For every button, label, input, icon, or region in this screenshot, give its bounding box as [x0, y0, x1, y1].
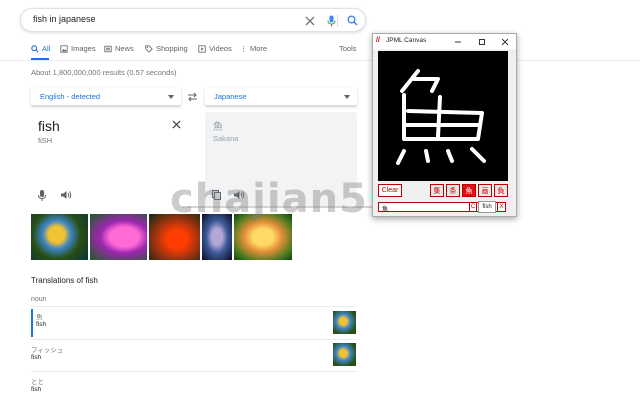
target-language-label: Japanese	[214, 92, 247, 101]
speaker-icon[interactable]	[60, 189, 72, 201]
tab-label: Images	[71, 44, 96, 53]
candidate-button[interactable]: 負	[494, 184, 508, 197]
translation-meaning: fish	[31, 386, 42, 393]
translation-word: フィッシュ	[31, 347, 64, 354]
tab-more[interactable]: ⋮ More	[240, 44, 267, 53]
tab-videos[interactable]: Videos	[198, 44, 232, 53]
result-stats: About 1,800,000,000 results (0.57 second…	[31, 68, 177, 77]
tab-label: Videos	[209, 44, 232, 53]
fish-image-thumbnail[interactable]	[90, 214, 147, 260]
tab-label: More	[250, 44, 268, 53]
video-icon	[198, 44, 206, 53]
source-phonetic: fiSH	[38, 136, 53, 145]
candidate-char: 画	[481, 187, 489, 195]
tooltip: fish	[478, 201, 496, 213]
copy-button[interactable]: C	[469, 202, 477, 212]
search-bar[interactable]: fish in japanese	[20, 8, 366, 32]
divider	[31, 306, 357, 307]
fish-image-thumbnail[interactable]	[333, 343, 356, 366]
close-icon[interactable]	[500, 37, 509, 46]
more-dots-icon: ⋮	[240, 45, 247, 53]
clear-source-icon[interactable]	[170, 118, 182, 130]
close-label: X	[499, 204, 504, 210]
candidate-char: 魚	[465, 187, 473, 195]
tab-label: Shopping	[156, 44, 188, 53]
tab-images[interactable]: Images	[60, 44, 96, 53]
selected-entry-indicator	[31, 309, 33, 337]
divider	[31, 371, 357, 372]
minimize-icon[interactable]	[453, 37, 462, 46]
tab-label: News	[115, 44, 134, 53]
candidate-button[interactable]: 画	[478, 184, 492, 197]
target-romaji: Sakana	[213, 134, 239, 143]
copy-label: C	[470, 204, 476, 210]
translation-meaning: fish	[36, 321, 47, 328]
search-icon[interactable]	[346, 14, 359, 27]
translation-meaning: fish	[31, 354, 42, 361]
news-icon	[104, 45, 112, 52]
candidate-char: 負	[497, 187, 505, 195]
clear-canvas-button[interactable]: Clear	[378, 184, 402, 197]
close-input-button[interactable]: X	[497, 202, 506, 212]
candidate-char: 条	[449, 187, 457, 195]
tab-news[interactable]: News	[104, 44, 134, 53]
clear-search-icon[interactable]	[303, 14, 316, 27]
part-of-speech: noun	[31, 296, 47, 303]
candidate-button[interactable]: 集	[430, 184, 444, 197]
fish-image-thumbnail[interactable]	[333, 311, 356, 334]
translation-word: とと	[31, 379, 44, 386]
microphone-icon[interactable]	[325, 14, 337, 27]
source-language-label: English - detected	[40, 92, 101, 101]
translation-word: 魚	[36, 314, 43, 321]
tab-all[interactable]: All	[31, 44, 50, 53]
tools-button[interactable]: Tools	[339, 44, 357, 53]
image-icon	[60, 44, 68, 53]
maximize-icon[interactable]	[477, 37, 486, 46]
source-language-select[interactable]: English - detected	[31, 88, 181, 106]
candidate-button[interactable]: 条	[446, 184, 460, 197]
search-input[interactable]: fish in japanese	[33, 14, 96, 24]
tab-shopping[interactable]: Shopping	[145, 44, 188, 53]
tools-label: Tools	[339, 44, 357, 53]
window-title: JPML Canvas	[386, 37, 427, 44]
window-titlebar[interactable]: // JPML Canvas	[373, 34, 516, 49]
tag-icon	[145, 44, 153, 53]
candidate-char: 集	[433, 187, 441, 195]
candidate-button-selected[interactable]: 魚	[462, 184, 476, 197]
target-language-select[interactable]: Japanese	[205, 88, 357, 106]
drawing-canvas[interactable]	[378, 51, 508, 181]
header-divider	[0, 60, 640, 61]
app-logo-icon: //	[376, 37, 380, 44]
input-value: 魚	[382, 207, 389, 213]
clear-label: Clear	[381, 187, 399, 194]
search-icon	[31, 44, 39, 53]
microphone-icon[interactable]	[36, 189, 48, 201]
swap-languages-icon[interactable]	[185, 90, 199, 104]
source-text[interactable]: fish	[38, 118, 60, 134]
fish-image-thumbnail[interactable]	[31, 214, 88, 260]
handwritten-character-strokes	[396, 69, 486, 165]
jpml-canvas-window: // JPML Canvas Clear 集 条 魚 画 負 魚 C fish …	[372, 33, 517, 217]
divider	[31, 339, 357, 340]
target-text: 魚	[213, 122, 223, 133]
search-bar-divider	[337, 14, 338, 27]
chevron-down-icon	[344, 95, 350, 99]
translations-heading: Translations of fish	[31, 276, 98, 285]
tab-label: All	[42, 44, 51, 53]
chevron-down-icon	[168, 95, 174, 99]
